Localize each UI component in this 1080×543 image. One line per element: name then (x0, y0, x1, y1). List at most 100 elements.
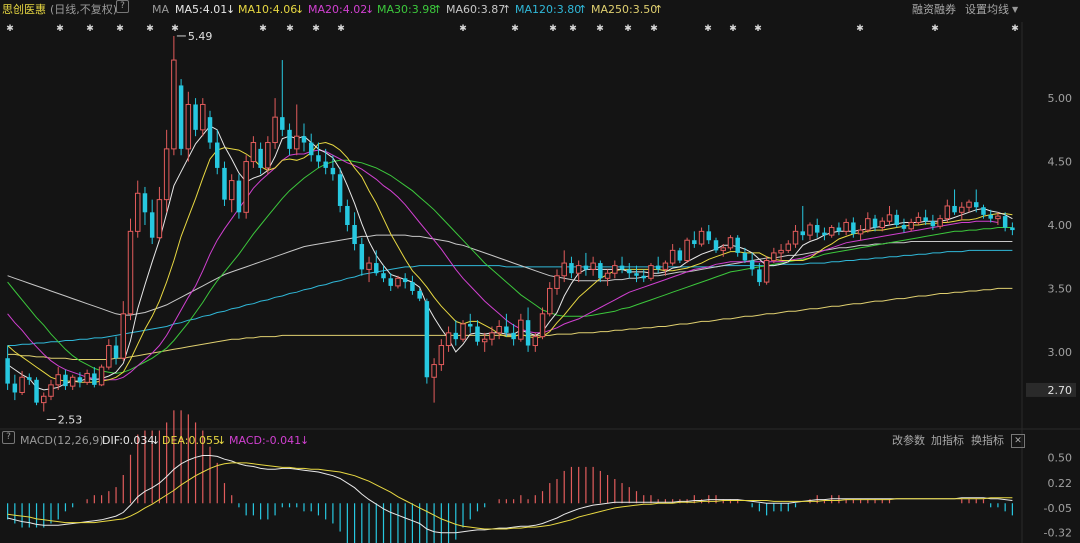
candle-body (69, 376, 76, 387)
candle-body (879, 220, 886, 229)
candle-body (453, 332, 459, 340)
event-marker-icon: ✱ (146, 24, 154, 34)
candle-body (612, 265, 618, 274)
candle-body (518, 319, 524, 340)
candle-body (937, 218, 943, 227)
candle-body (185, 103, 192, 150)
candle-body (475, 326, 480, 342)
candle-body (258, 148, 263, 168)
candle-body (677, 250, 683, 261)
candle-body (865, 218, 871, 231)
add-indicator-button[interactable]: 加指标 (931, 431, 964, 451)
candle-body (727, 237, 734, 249)
candle-body (250, 142, 257, 163)
event-marker-icon: ✱ (116, 24, 124, 34)
candle-body (995, 215, 1001, 220)
candle-body (569, 263, 574, 274)
ma20-legend: MA20:4.02 (308, 3, 368, 16)
candle-body (800, 231, 805, 236)
candle-body (337, 174, 343, 206)
candle-body (720, 247, 726, 251)
candle-body (424, 301, 430, 378)
candle-body (886, 214, 893, 222)
switch-indicator-button[interactable]: 换指标 (971, 431, 1004, 451)
candle-body (287, 129, 292, 149)
candle-body (872, 218, 878, 228)
candle-body (908, 221, 914, 230)
candle-body (684, 239, 690, 262)
macd-tick-label: 0.22 (1048, 477, 1073, 490)
candle-body (228, 180, 235, 201)
price-tick-label: 3.00 (1048, 346, 1073, 359)
candle-body (735, 237, 740, 253)
ma10-legend: MA10:4.06 (238, 3, 298, 16)
event-marker-icon: ✱ (337, 24, 345, 34)
dropdown-caret-icon[interactable]: ▼ (1012, 0, 1018, 20)
event-marker-icon: ✱ (650, 24, 658, 34)
event-marker-icon: ✱ (569, 24, 577, 34)
candle-body (627, 269, 632, 274)
macd-dif: DIF:0.034 (102, 434, 155, 447)
macd-title[interactable]: MACD(12,26,9) (20, 431, 104, 451)
ma5-line (7, 125, 1013, 391)
down-arrow-icon: ↓ (295, 3, 305, 16)
candle-body (901, 225, 907, 229)
candle-body (48, 384, 54, 397)
candle-body (988, 214, 993, 219)
candle-body (778, 249, 784, 254)
candle-body (142, 193, 148, 213)
candle-body (763, 260, 770, 283)
candle-body (200, 103, 206, 131)
candle-body (792, 230, 799, 245)
down-arrow-icon: ↓ (300, 434, 310, 447)
ma120-legend: MA120:3.80 (515, 3, 582, 16)
candle-body (438, 345, 445, 366)
ma20-line (7, 149, 998, 381)
event-marker-icon: ✱ (312, 24, 320, 34)
candle-body (706, 231, 712, 241)
candle-body (410, 282, 415, 291)
indicator-label[interactable]: MA (152, 0, 169, 20)
candle-body (952, 205, 957, 213)
candle-body (5, 358, 10, 384)
candle-body (575, 265, 582, 274)
event-marker-icon: ✱ (86, 24, 94, 34)
candle-body (836, 227, 842, 232)
candle-body (915, 216, 922, 223)
ma60-legend: MA60:3.87 (446, 3, 506, 16)
stock-name[interactable]: 思创医惠 (2, 0, 46, 20)
candle-body (496, 326, 502, 334)
price-tick-label: 4.50 (1048, 156, 1073, 169)
main-legend-bar: 思创医惠 (日线,不复权) ? MA MA5:4.01 ↓ MA10:4.06 … (0, 0, 1080, 20)
event-marker-icon: ✱ (931, 24, 939, 34)
close-icon[interactable]: ✕ (1011, 434, 1025, 448)
candle-body (713, 240, 719, 251)
candle-body (193, 104, 198, 130)
edit-params-button[interactable]: 改参数 (892, 431, 925, 451)
candle-body (590, 262, 596, 270)
candle-body (308, 142, 314, 156)
candle-body (489, 332, 495, 340)
candle-body (374, 263, 379, 274)
candle-body (178, 85, 184, 149)
candle-body (171, 59, 177, 150)
candle-body (388, 278, 393, 286)
event-marker-icon: ✱ (754, 24, 762, 34)
candle-body (634, 273, 639, 276)
candle-body (207, 117, 213, 143)
candle-body (77, 377, 83, 383)
margin-trading-button[interactable]: 融资融券 (912, 0, 956, 20)
event-marker-icon: ✱ (856, 24, 864, 34)
price-tick-label: 5.00 (1048, 92, 1073, 105)
candle-body (828, 227, 835, 236)
candle-body (851, 222, 856, 234)
candle-body (27, 377, 32, 380)
candle-body (134, 192, 141, 232)
ma-settings-button[interactable]: 设置均线 (965, 0, 1009, 20)
candle-body (822, 232, 827, 236)
ma250-legend: MA250:3.50 (591, 3, 658, 16)
event-marker-icon: ✱ (596, 24, 604, 34)
event-marker-icon: ✱ (1011, 24, 1019, 34)
candle-body (583, 265, 589, 270)
candle-body (648, 265, 654, 279)
